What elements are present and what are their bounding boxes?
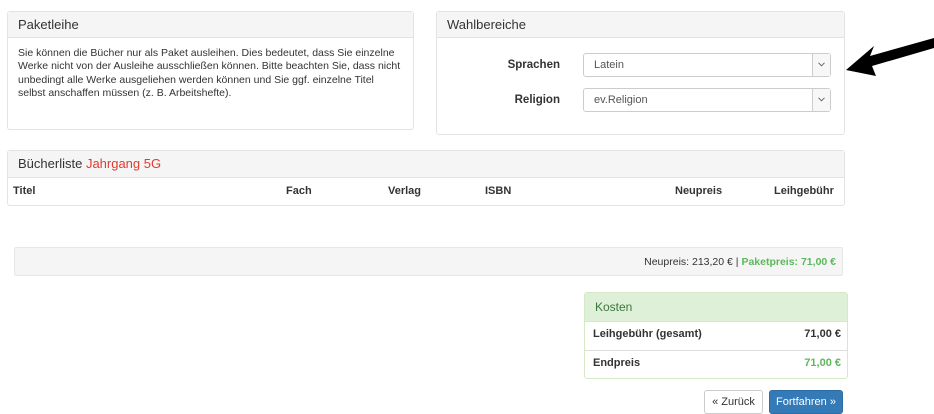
buecherliste-panel: Bücherliste Jahrgang 5G Titel Fach Verla… [7, 150, 845, 206]
column-header-leihgebuehr: Leihgebühr [774, 185, 834, 197]
price-summary: Neupreis: 213,20 € | Paketpreis: 71,00 € [644, 256, 836, 268]
arrow-pointer-icon [846, 38, 934, 76]
religion-value: ev.Religion [594, 94, 648, 106]
paketpreis-total: Paketpreis: 71,00 € [741, 256, 836, 268]
leihgebuehr-value: 71,00 € [804, 328, 841, 340]
sprachen-label: Sprachen [507, 59, 560, 71]
column-header-titel: Titel [13, 185, 36, 197]
paketleihe-title: Paketleihe [8, 12, 413, 38]
buecherliste-heading: Bücherliste Jahrgang 5G [8, 151, 844, 178]
back-button[interactable]: « Zurück [704, 390, 763, 414]
column-header-verlag: Verlag [388, 185, 422, 197]
column-header-fach: Fach [286, 185, 312, 197]
chevron-down-icon[interactable] [812, 89, 830, 111]
religion-select[interactable]: ev.Religion [583, 88, 831, 112]
religion-row: Religion ev.Religion [437, 88, 844, 114]
column-header-neupreis: Neupreis [675, 185, 723, 197]
endpreis-label: Endpreis [593, 357, 641, 369]
sprachen-select[interactable]: Latein [583, 53, 831, 77]
neupreis-total: Neupreis: 213,20 € [644, 256, 733, 268]
jahrgang-label: Jahrgang 5G [85, 156, 162, 171]
endpreis-value: 71,00 € [804, 357, 841, 369]
kosten-title: Kosten [585, 293, 847, 322]
religion-label: Religion [514, 94, 560, 106]
kosten-row-endpreis: Endpreis 71,00 € [585, 350, 847, 376]
wahlbereiche-title: Wahlbereiche [437, 12, 844, 38]
chevron-down-icon[interactable] [812, 54, 830, 76]
wahlbereiche-panel: Wahlbereiche Sprachen Latein Religion ev… [436, 11, 845, 135]
paketleihe-text: Sie können die Bücher nur als Paket ausl… [18, 47, 401, 100]
buecherliste-title: Bücherliste [18, 156, 83, 171]
paketleihe-panel: Paketleihe Sie können die Bücher nur als… [7, 11, 414, 130]
sprachen-value: Latein [594, 59, 624, 71]
kosten-panel: Kosten Leihgebühr (gesamt) 71,00 € Endpr… [584, 292, 848, 379]
price-summary-bar: Neupreis: 213,20 € | Paketpreis: 71,00 € [14, 247, 843, 276]
leihgebuehr-label: Leihgebühr (gesamt) [593, 328, 702, 340]
sprachen-row: Sprachen Latein [437, 53, 844, 79]
continue-button[interactable]: Fortfahren » [769, 390, 843, 414]
column-header-isbn: ISBN [485, 185, 512, 197]
kosten-row-leihgebuehr: Leihgebühr (gesamt) 71,00 € [585, 322, 847, 347]
summary-separator: | [735, 256, 739, 268]
